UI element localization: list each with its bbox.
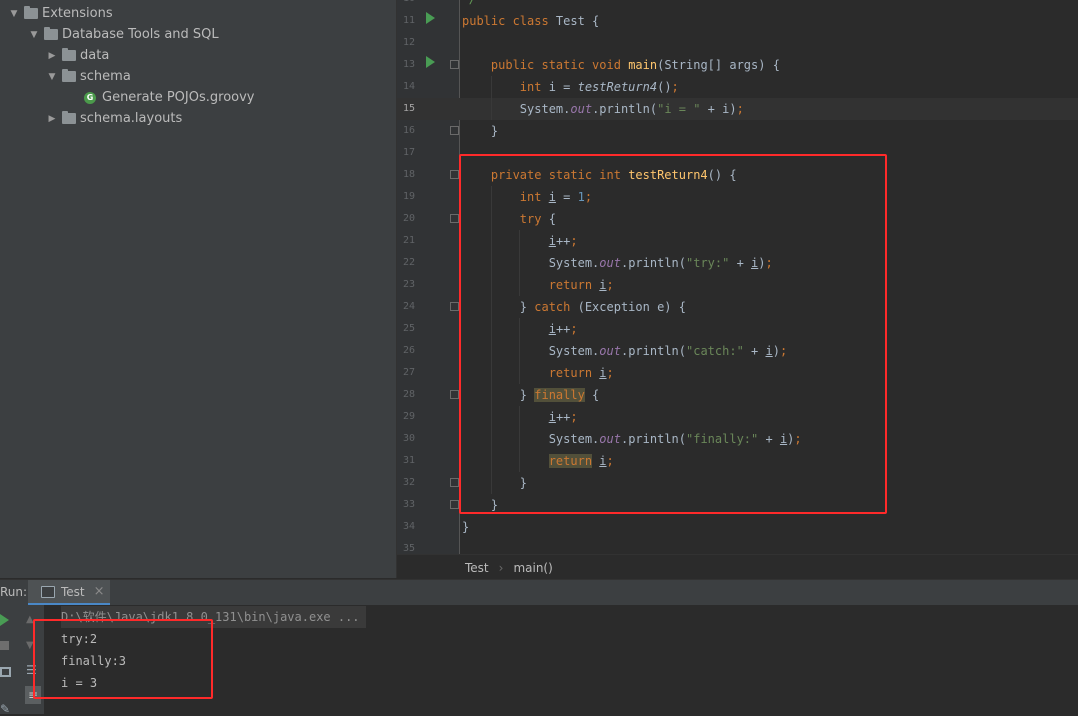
line-number: 32 (402, 477, 415, 488)
line-number: 23 (402, 279, 415, 290)
stop-icon[interactable] (0, 641, 9, 650)
line-number: 33 (402, 499, 415, 510)
fold-marker-icon[interactable] (450, 214, 459, 223)
collapsed-arrow-icon[interactable]: ▶ (46, 51, 58, 61)
breadcrumb-separator: › (498, 560, 504, 575)
run-class-icon[interactable] (426, 12, 435, 24)
tree-item-label: data (80, 48, 110, 63)
expand-arrow-icon[interactable]: ▼ (46, 72, 58, 82)
line-number: 30 (402, 433, 415, 444)
expand-arrow-icon[interactable]: ▼ (28, 30, 40, 40)
line-number: 11 (402, 15, 415, 26)
fold-marker-icon[interactable] (450, 302, 459, 311)
line-number: 28 (402, 389, 415, 400)
line-number: 18 (402, 169, 415, 180)
layout-icon[interactable] (0, 667, 11, 677)
code-line: } (462, 124, 499, 138)
code-line: public static void main(String[] args) { (490, 58, 780, 72)
output-highlight-box (33, 619, 213, 699)
fold-marker-icon[interactable] (450, 500, 459, 509)
tree-item-label: schema.layouts (80, 111, 183, 126)
tree-item-generate-pojos[interactable]: G Generate POJOs.groovy (84, 87, 255, 108)
line-number: 14 (402, 81, 415, 92)
line-number: 24 (402, 301, 415, 312)
code-line: System.out.println("i = " + i); (462, 102, 744, 116)
line-number: 16 (402, 125, 415, 136)
tree-item-label: Database Tools and SQL (62, 27, 219, 42)
line-number: 31 (402, 455, 415, 466)
tree-item-database-tools[interactable]: ▼ Database Tools and SQL (28, 24, 219, 45)
fold-marker-icon[interactable] (450, 60, 459, 69)
run-panel-label: Run: (0, 585, 28, 599)
tree-item-label: Extensions (42, 6, 113, 21)
breadcrumb-method[interactable]: main() (513, 561, 552, 575)
breadcrumb: Test › main() (397, 554, 1078, 580)
fold-marker-icon[interactable] (450, 478, 459, 487)
code-line: */ (462, 0, 476, 10)
console-icon (41, 585, 55, 598)
tab-test[interactable]: Test × (28, 580, 110, 605)
line-number: 12 (402, 37, 415, 48)
line-number: 20 (402, 213, 415, 224)
breadcrumb-class[interactable]: Test (465, 561, 489, 575)
line-number: 10 (397, 0, 415, 10)
tree-item-label: Generate POJOs.groovy (102, 90, 255, 105)
code-line: } (462, 520, 470, 534)
line-number: 22 (402, 257, 415, 268)
expand-arrow-icon[interactable]: ▼ (8, 9, 20, 19)
line-number: 26 (402, 345, 415, 356)
groovy-file-icon: G (84, 91, 96, 104)
tree-item-schema[interactable]: ▼ schema (46, 66, 131, 87)
fold-marker-icon[interactable] (450, 170, 459, 179)
line-number: 25 (402, 323, 415, 334)
tree-item-data[interactable]: ▶ data (46, 45, 109, 66)
folder-icon (62, 48, 76, 61)
folder-icon (24, 6, 38, 19)
run-panel-header: Run: Test × (0, 579, 1078, 605)
run-main-icon[interactable] (426, 56, 435, 68)
project-tree-panel: ▼ Extensions ▼ Database Tools and SQL ▶ … (0, 0, 397, 578)
line-number: 15 (402, 103, 415, 114)
collapsed-arrow-icon[interactable]: ▶ (46, 114, 58, 124)
folder-icon (62, 111, 76, 124)
folder-icon (62, 69, 76, 82)
tab-label: Test (61, 584, 85, 599)
line-number: 29 (402, 411, 415, 422)
tree-item-extensions[interactable]: ▼ Extensions (8, 3, 113, 24)
close-icon[interactable]: × (94, 584, 105, 599)
line-number: 34 (402, 521, 415, 532)
rerun-icon[interactable] (0, 614, 9, 626)
line-number: 17 (402, 147, 415, 158)
line-number: 19 (402, 191, 415, 202)
folder-icon (44, 27, 58, 40)
line-number: 27 (402, 367, 415, 378)
line-number: 13 (402, 59, 415, 70)
line-number: 21 (402, 235, 415, 246)
fold-marker-icon[interactable] (450, 126, 459, 135)
fold-marker-icon[interactable] (450, 390, 459, 399)
code-line: int i = testReturn4(); (519, 80, 679, 94)
code-highlight-box (459, 154, 887, 514)
tree-item-schema-layouts[interactable]: ▶ schema.layouts (46, 108, 182, 129)
code-line: public class Test { (462, 14, 600, 28)
tree-item-label: schema (80, 69, 131, 84)
